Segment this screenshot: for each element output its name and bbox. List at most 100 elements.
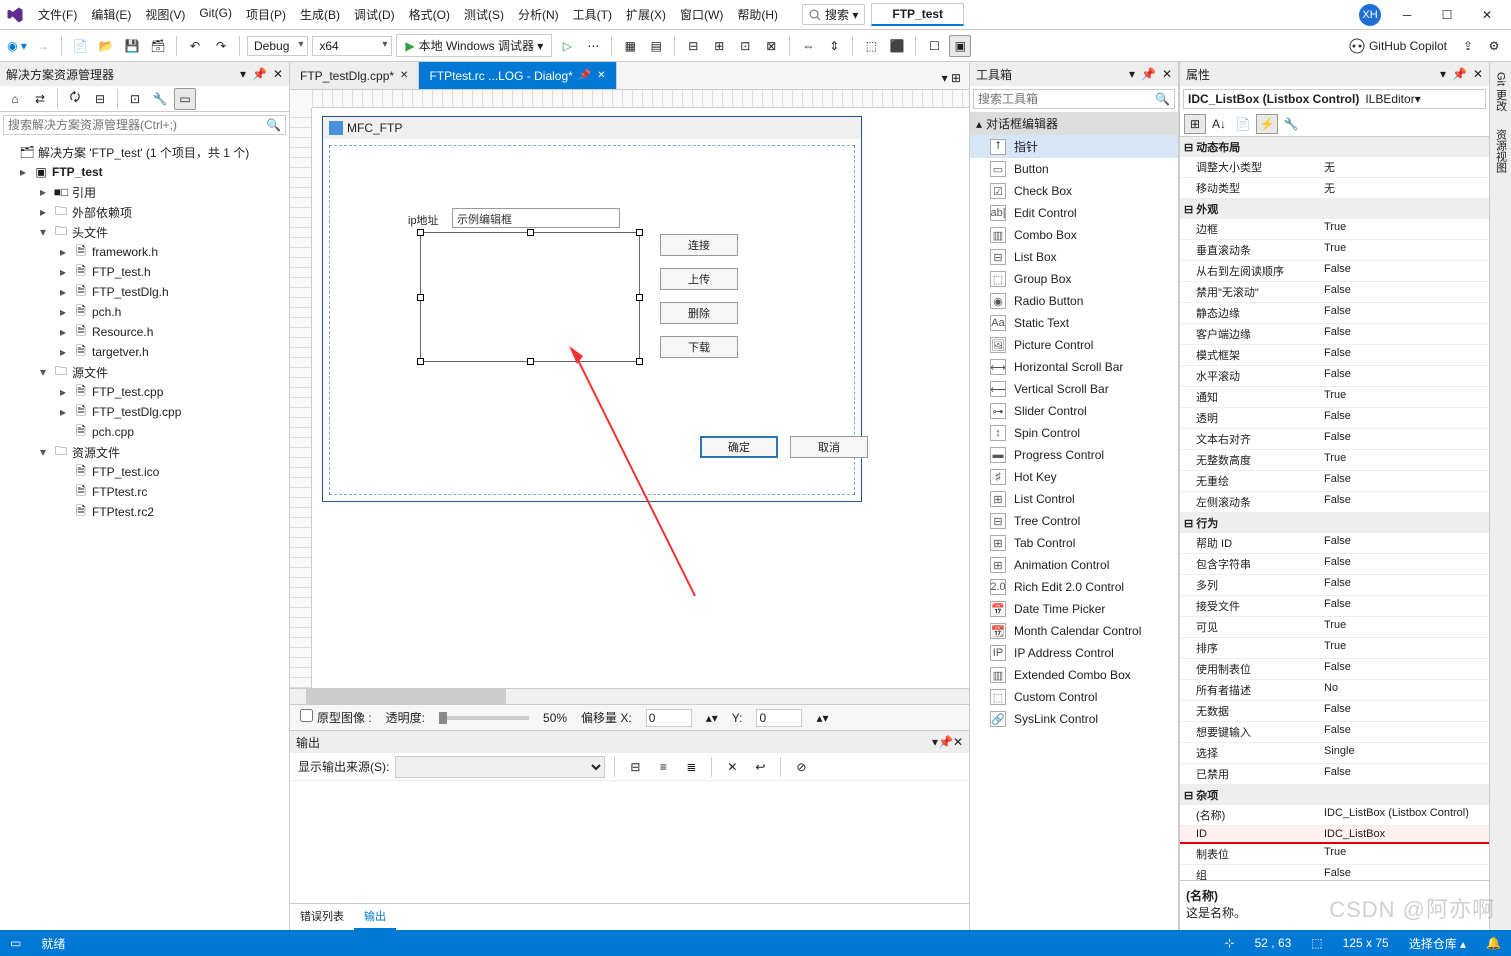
opacity-slider[interactable]: [439, 716, 529, 720]
view-icon[interactable]: ⇄: [29, 88, 51, 110]
menu-item[interactable]: 分析(N): [512, 2, 565, 27]
nav-fwd-button[interactable]: →: [32, 35, 54, 57]
maximize-button[interactable]: ☐: [1429, 2, 1465, 28]
share-button[interactable]: ⇪: [1457, 35, 1479, 57]
tree-row[interactable]: ▸🗀外部依赖项: [2, 202, 287, 222]
toolbox-item[interactable]: ◉Radio Button: [970, 290, 1178, 312]
menu-item[interactable]: Git(G): [193, 2, 238, 27]
menu-item[interactable]: 帮助(H): [731, 2, 784, 27]
prop-row[interactable]: 无重绘False: [1180, 471, 1489, 492]
prop-row[interactable]: 帮助 IDFalse: [1180, 533, 1489, 554]
menu-item[interactable]: 调试(D): [348, 2, 401, 27]
upload-button[interactable]: 上传: [660, 268, 738, 290]
toolbox-item[interactable]: ▥Combo Box: [970, 224, 1178, 246]
search-box[interactable]: 搜索 ▾: [802, 4, 865, 25]
close-icon[interactable]: ✕: [273, 67, 283, 81]
prop-row[interactable]: 想要键输入False: [1180, 722, 1489, 743]
out-btn1[interactable]: ⊟: [624, 756, 646, 778]
prop-row[interactable]: 移动类型无: [1180, 178, 1489, 199]
prop-row[interactable]: 禁用"无滚动"False: [1180, 282, 1489, 303]
tree-row[interactable]: ▸🗎FTP_test.h: [2, 262, 287, 282]
prop-category[interactable]: ⊟ 外观: [1180, 199, 1489, 219]
props-icon[interactable]: 🔧: [149, 88, 171, 110]
toolbox-item[interactable]: 🖼Picture Control: [970, 334, 1178, 356]
close-icon[interactable]: ✕: [953, 735, 963, 749]
tab-overflow-button[interactable]: ▾ ⊞: [934, 67, 969, 89]
prop-row[interactable]: 从右到左阅读顺序False: [1180, 261, 1489, 282]
resource-view-tab[interactable]: 资源视图: [1491, 125, 1511, 177]
panel-dropdown-icon[interactable]: ▾: [240, 67, 246, 81]
tree-row[interactable]: ▸🗎FTP_testDlg.cpp: [2, 402, 287, 422]
close-button[interactable]: ✕: [1469, 2, 1505, 28]
tree-row[interactable]: ▸🗎targetver.h: [2, 342, 287, 362]
collapse-icon[interactable]: ⊟: [89, 88, 111, 110]
offsety-input[interactable]: [756, 709, 802, 727]
toolbox-item[interactable]: 2.0Rich Edit 2.0 Control: [970, 576, 1178, 598]
repo-picker[interactable]: 选择仓库 ▴: [1409, 935, 1466, 952]
document-tab[interactable]: FTPtest.rc ...LOG - Dialog*📌✕: [419, 62, 616, 89]
prop-category[interactable]: ⊟ 杂项: [1180, 785, 1489, 805]
prop-row[interactable]: 文本右对齐False: [1180, 429, 1489, 450]
showall-icon[interactable]: ⊡: [124, 88, 146, 110]
pin-icon[interactable]: 📌: [938, 735, 953, 749]
menu-item[interactable]: 扩展(X): [620, 2, 672, 27]
ruler-button[interactable]: ▤: [645, 35, 667, 57]
redo-button[interactable]: ↷: [210, 35, 232, 57]
close-icon[interactable]: ✕: [1473, 67, 1483, 81]
project-tab[interactable]: FTP_test: [871, 3, 964, 26]
menu-item[interactable]: 编辑(E): [85, 2, 137, 27]
minimize-button[interactable]: ─: [1389, 2, 1425, 28]
prop-row[interactable]: 透明False: [1180, 408, 1489, 429]
toolbox-item[interactable]: ⭡指针: [970, 135, 1178, 158]
git-changes-tab[interactable]: Git 更改: [1491, 68, 1511, 115]
prop-row[interactable]: 通知True: [1180, 387, 1489, 408]
download-button[interactable]: 下载: [660, 336, 738, 358]
align4-button[interactable]: ⊠: [760, 35, 782, 57]
prop-row[interactable]: 组False: [1180, 865, 1489, 880]
toolbox-item[interactable]: 🔗SysLink Control: [970, 708, 1178, 730]
toolbox-item[interactable]: ab|Edit Control: [970, 202, 1178, 224]
toolbox-item[interactable]: ⊶Slider Control: [970, 400, 1178, 422]
toolbox-item[interactable]: ⊟List Box: [970, 246, 1178, 268]
design-canvas[interactable]: MFC_FTP ip地址 示例编辑框 连接 上传: [312, 108, 969, 688]
cancel-button[interactable]: 取消: [790, 436, 868, 458]
platform-combo[interactable]: x64: [312, 36, 392, 56]
tree-row[interactable]: ▸🗎Resource.h: [2, 322, 287, 342]
menu-item[interactable]: 窗口(W): [674, 2, 729, 27]
prop-row[interactable]: 使用制表位False: [1180, 659, 1489, 680]
out-stop[interactable]: ⊘: [790, 756, 812, 778]
out-wrap[interactable]: ↩: [749, 756, 771, 778]
prop-row[interactable]: 接受文件False: [1180, 596, 1489, 617]
toolbox-item[interactable]: ⊞Tab Control: [970, 532, 1178, 554]
size2-button[interactable]: ⬛: [886, 35, 908, 57]
prop-row[interactable]: 无整数高度True: [1180, 450, 1489, 471]
more-debug-button[interactable]: ⋯: [582, 35, 604, 57]
tree-row[interactable]: ▾🗀资源文件: [2, 442, 287, 462]
tree-row[interactable]: 🗎pch.cpp: [2, 422, 287, 442]
prop-row[interactable]: (名称)IDC_ListBox (Listbox Control): [1180, 805, 1489, 826]
solution-search[interactable]: 🔍: [3, 115, 286, 135]
prop-row[interactable]: 所有者描述No: [1180, 680, 1489, 701]
panel-dropdown-icon[interactable]: ▾: [1440, 67, 1446, 81]
pin-icon[interactable]: 📌: [1141, 67, 1156, 81]
start-nodbg-button[interactable]: ▷: [556, 35, 578, 57]
prop-row[interactable]: 调整大小类型无: [1180, 157, 1489, 178]
open-button[interactable]: 📂: [95, 35, 117, 57]
menu-item[interactable]: 测试(S): [458, 2, 510, 27]
menu-item[interactable]: 工具(T): [567, 2, 618, 27]
nav-back-button[interactable]: ◉ ▾: [6, 35, 28, 57]
prop-row[interactable]: 静态边缘False: [1180, 303, 1489, 324]
prop-row[interactable]: 无数据False: [1180, 701, 1489, 722]
toolbox-item[interactable]: ⟵Vertical Scroll Bar: [970, 378, 1178, 400]
menu-item[interactable]: 项目(P): [240, 2, 292, 27]
home-icon[interactable]: ⌂: [4, 88, 26, 110]
pin-icon[interactable]: 📌: [252, 67, 267, 81]
toolbox-item[interactable]: ↕Spin Control: [970, 422, 1178, 444]
dialog-window[interactable]: MFC_FTP ip地址 示例编辑框 连接 上传: [322, 116, 862, 502]
prop-row[interactable]: 边框True: [1180, 219, 1489, 240]
space2-button[interactable]: ⇕: [823, 35, 845, 57]
toolbox-item[interactable]: ⬚Custom Control: [970, 686, 1178, 708]
out-btn3[interactable]: ≣: [680, 756, 702, 778]
tree-row[interactable]: 🗂解决方案 'FTP_test' (1 个项目，共 1 个): [2, 142, 287, 162]
menu-item[interactable]: 文件(F): [32, 2, 83, 27]
